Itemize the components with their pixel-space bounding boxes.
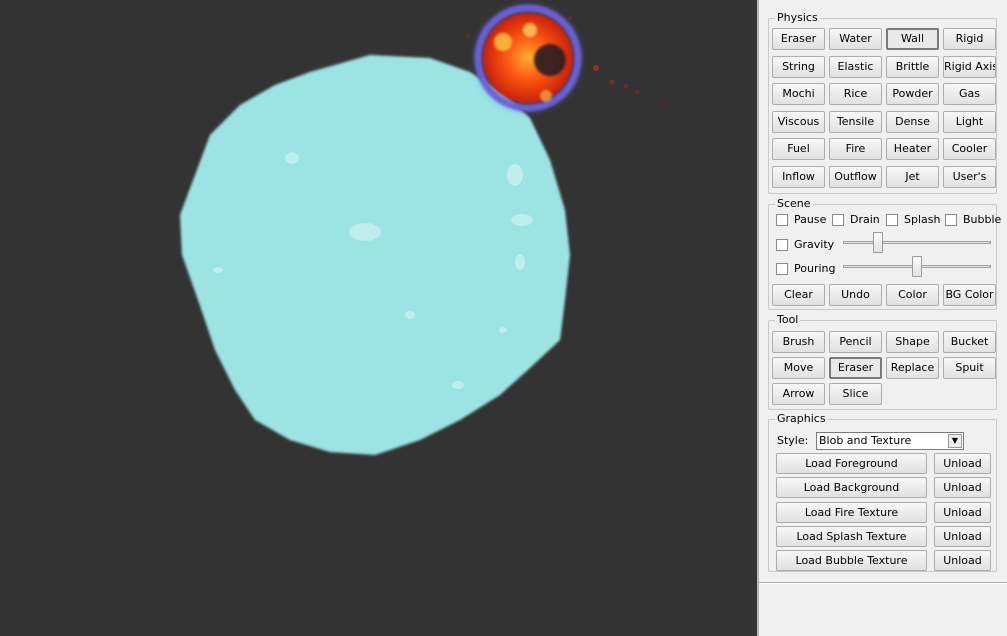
unload-background-button[interactable]: Unload [934,477,991,498]
splash-checkbox[interactable]: Splash [886,213,940,226]
tool-pencil-button[interactable]: Pencil [829,331,882,353]
physics-user-s-button[interactable]: User's [943,166,996,188]
tool-replace-button[interactable]: Replace [886,357,939,379]
tool-eraser-button[interactable]: Eraser [829,357,882,379]
physics-brittle-button[interactable]: Brittle [886,55,939,78]
drain-checkbox-box[interactable] [832,213,844,226]
physics-rigid-button[interactable]: Rigid [943,28,996,50]
pouring-label: Pouring [794,262,836,275]
bubble-checkbox-box[interactable] [945,213,957,226]
pouring-checkbox-box[interactable] [776,262,788,275]
pouring-checkbox[interactable]: Pouring [776,262,835,275]
control-panel: Physics Eraser Water Wall Rigid String Elasti… [759,0,1007,636]
pouring-slider-thumb[interactable] [912,256,922,277]
gravity-slider[interactable] [843,232,991,254]
physics-string-button[interactable]: String [772,55,825,78]
bg-color-button[interactable]: BG Color [943,284,996,306]
physics-elastic-button[interactable]: Elastic [829,55,882,78]
pause-checkbox-box[interactable] [776,213,788,226]
physics-rigid-axis-button[interactable]: Rigid Axis [943,55,996,78]
tool-slice-button[interactable]: Slice [829,383,882,405]
unload-foreground-button[interactable]: Unload [934,453,991,474]
splash-checkbox-box[interactable] [886,213,898,226]
load-splash-texture-button[interactable]: Load Splash Texture [776,526,927,547]
pouring-slider[interactable] [843,256,991,278]
tool-title: Tool [775,313,801,327]
pause-label: Pause [794,213,827,226]
physics-fire-button[interactable]: Fire [829,138,882,161]
panel-separator [759,582,1007,584]
chevron-down-icon[interactable]: ▼ [948,434,962,448]
unload-fire-texture-button[interactable]: Unload [934,502,991,523]
physics-powder-button[interactable]: Powder [886,83,939,106]
tool-arrow-button[interactable]: Arrow [772,383,825,405]
gravity-checkbox[interactable]: Gravity [776,238,834,251]
physics-cooler-button[interactable]: Cooler [943,138,996,161]
tool-group: Tool Brush Pencil Shape Bucket Move Eraser Rep… [768,313,997,410]
drain-label: Drain [850,213,880,226]
gravity-checkbox-box[interactable] [776,238,788,251]
clear-button[interactable]: Clear [772,284,825,306]
physics-water-button[interactable]: Water [829,28,882,50]
physics-inflow-button[interactable]: Inflow [772,166,825,188]
physics-dense-button[interactable]: Dense [886,110,939,133]
style-select[interactable]: Blob and Texture ▼ [816,432,964,450]
physics-wall-button[interactable]: Wall [886,28,939,50]
style-select-value: Blob and Texture [819,434,912,447]
load-foreground-button[interactable]: Load Foreground [776,453,927,474]
physics-mochi-button[interactable]: Mochi [772,83,825,106]
splash-label: Splash [904,213,941,226]
load-background-button[interactable]: Load Background [776,477,927,498]
style-label: Style: [777,434,809,447]
undo-button[interactable]: Undo [829,284,882,306]
physics-viscous-button[interactable]: Viscous [772,110,825,133]
tool-brush-button[interactable]: Brush [772,331,825,353]
tool-spuit-button[interactable]: Spuit [943,357,996,379]
scene-title: Scene [775,197,813,211]
physics-title: Physics [775,11,820,25]
unload-splash-texture-button[interactable]: Unload [934,526,991,547]
gravity-slider-thumb[interactable] [873,232,883,253]
physics-eraser-button[interactable]: Eraser [772,28,825,50]
physics-heater-button[interactable]: Heater [886,138,939,161]
gravity-label: Gravity [794,238,835,251]
graphics-group: Graphics Style: Blob and Texture ▼ Load … [768,412,997,572]
water-blob[interactable] [180,55,570,455]
tool-bucket-button[interactable]: Bucket [943,331,996,353]
physics-rice-button[interactable]: Rice [829,83,882,106]
tool-move-button[interactable]: Move [772,357,825,379]
load-bubble-texture-button[interactable]: Load Bubble Texture [776,550,927,571]
graphics-title: Graphics [775,412,828,426]
physics-light-button[interactable]: Light [943,110,996,133]
bubble-label: Bubble [963,213,1002,226]
physics-jet-button[interactable]: Jet [886,166,939,188]
scene-drawing [180,3,663,455]
physics-outflow-button[interactable]: Outflow [829,166,882,188]
physics-gas-button[interactable]: Gas [943,83,996,106]
drain-checkbox[interactable]: Drain [832,213,880,226]
physics-fuel-button[interactable]: Fuel [772,138,825,161]
bubble-checkbox[interactable]: Bubble [945,213,1001,226]
tool-shape-button[interactable]: Shape [886,331,939,353]
scene-group: Scene Pause Drain Splash Bubble Gravity [768,197,1001,310]
gravity-slider-track[interactable] [843,241,991,244]
physics-tensile-button[interactable]: Tensile [829,110,882,133]
simulation-canvas[interactable] [0,0,757,636]
physics-group: Physics Eraser Water Wall Rigid String Elasti… [768,11,997,194]
load-fire-texture-button[interactable]: Load Fire Texture [776,502,927,523]
fire-cluster[interactable] [466,3,663,113]
color-button[interactable]: Color [886,284,939,306]
pause-checkbox[interactable]: Pause [776,213,826,226]
unload-bubble-texture-button[interactable]: Unload [934,550,991,571]
